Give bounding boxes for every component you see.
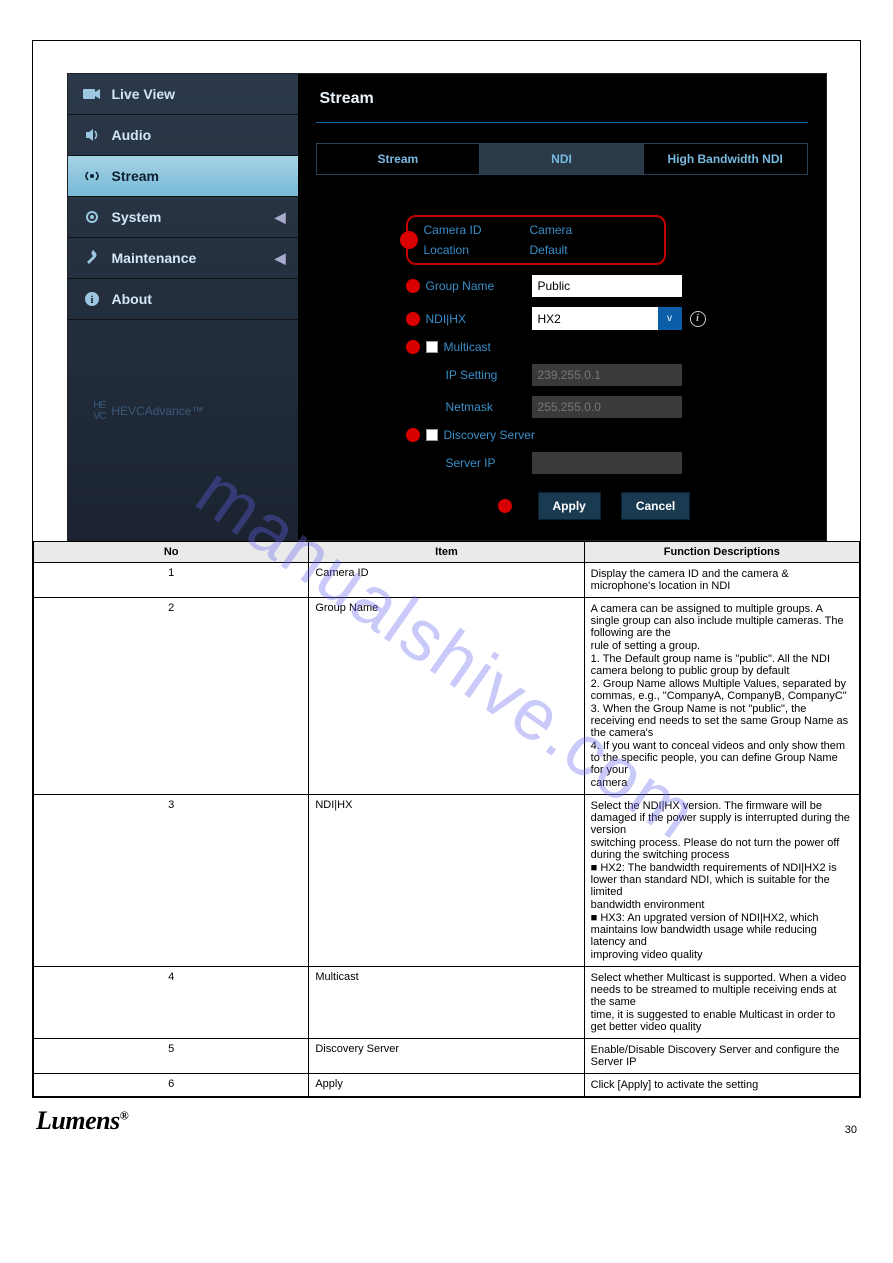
server-ip-input[interactable] — [532, 452, 682, 474]
discovery-label: Discovery Server — [444, 428, 535, 442]
callout-dot-3 — [406, 312, 420, 326]
server-ip-label: Server IP — [426, 456, 532, 470]
settings-ui: Live View Audio Stream System ◀ — [67, 73, 827, 541]
discovery-checkbox[interactable] — [426, 429, 438, 441]
camera-icon — [82, 84, 102, 104]
cell-no: 6 — [34, 1074, 309, 1097]
cell-desc: Click [Apply] to activate the setting — [584, 1074, 859, 1097]
th-desc: Function Descriptions — [584, 542, 859, 563]
sidebar-item-label: Maintenance — [112, 250, 197, 266]
cell-desc: Select the NDI|HX version. The firmware … — [584, 795, 859, 967]
location-value: Default — [530, 243, 568, 257]
chevron-left-icon: ◀ — [275, 250, 286, 267]
chevron-down-icon: v — [658, 307, 682, 330]
cell-item: Group Name — [309, 598, 584, 795]
callout-dot-4 — [406, 340, 420, 354]
cell-item: Apply — [309, 1074, 584, 1097]
location-label: Location — [424, 243, 530, 257]
camera-id-label: Camera ID — [424, 223, 530, 237]
sidebar-item-system[interactable]: System ◀ — [68, 197, 298, 238]
ip-setting-label: IP Setting — [426, 368, 532, 382]
sidebar-item-label: Live View — [112, 86, 176, 102]
table-row: 2Group NameA camera can be assigned to m… — [34, 598, 860, 795]
signal-icon — [82, 166, 102, 186]
divider — [316, 122, 808, 123]
cell-no: 1 — [34, 563, 309, 598]
camera-id-value: Camera — [530, 223, 573, 237]
cell-desc: Display the camera ID and the camera & m… — [584, 563, 859, 598]
sidebar-item-label: Audio — [112, 127, 152, 143]
wrench-icon — [82, 248, 102, 268]
ndihx-select[interactable]: HX2 v — [532, 307, 682, 330]
tabs: Stream NDI High Bandwidth NDI — [316, 143, 808, 175]
netmask-input[interactable] — [532, 396, 682, 418]
cell-no: 3 — [34, 795, 309, 967]
cell-item: Camera ID — [309, 563, 584, 598]
hevc-badge: HEVC HEVCAdvance™ — [68, 320, 298, 422]
sidebar-item-maintenance[interactable]: Maintenance ◀ — [68, 238, 298, 279]
info-icon: i — [82, 289, 102, 309]
multicast-label: Multicast — [444, 340, 491, 354]
multicast-checkbox[interactable] — [426, 341, 438, 353]
cancel-button[interactable]: Cancel — [621, 492, 690, 520]
sidebar-item-live-view[interactable]: Live View — [68, 74, 298, 115]
cell-item: Multicast — [309, 967, 584, 1039]
document-page: manualshive.com Live View Audio Stream — [32, 40, 861, 1098]
cell-item: Discovery Server — [309, 1039, 584, 1074]
tab-high-bandwidth-ndi[interactable]: High Bandwidth NDI — [644, 144, 807, 174]
svg-text:i: i — [90, 294, 93, 306]
table-row: 5Discovery ServerEnable/Disable Discover… — [34, 1039, 860, 1074]
callout-dot-6 — [498, 499, 512, 513]
description-table: No Item Function Descriptions 1Camera ID… — [33, 541, 860, 1097]
netmask-label: Netmask — [426, 400, 532, 414]
tab-stream[interactable]: Stream — [317, 144, 481, 174]
page-number: 30 — [845, 1124, 857, 1136]
sidebar: Live View Audio Stream System ◀ — [68, 74, 298, 540]
cell-no: 5 — [34, 1039, 309, 1074]
ndi-form: Camera ID Camera Location Default Group … — [316, 215, 808, 520]
cell-desc: A camera can be assigned to multiple gro… — [584, 598, 859, 795]
sidebar-item-stream[interactable]: Stream — [68, 156, 298, 197]
group-name-label: Group Name — [426, 279, 532, 293]
apply-button[interactable]: Apply — [538, 492, 601, 520]
chevron-left-icon: ◀ — [275, 209, 286, 226]
table-row: 3NDI|HXSelect the NDI|HX version. The fi… — [34, 795, 860, 967]
page-footer: Lumens® 30 — [36, 1106, 857, 1136]
table-row: 1Camera IDDisplay the camera ID and the … — [34, 563, 860, 598]
cell-desc: Select whether Multicast is supported. W… — [584, 967, 859, 1039]
main-panel: Stream Stream NDI High Bandwidth NDI Cam… — [298, 74, 826, 540]
th-no: No — [34, 542, 309, 563]
speaker-icon — [82, 125, 102, 145]
sidebar-item-label: Stream — [112, 168, 159, 184]
sidebar-item-label: System — [112, 209, 162, 225]
table-row: 4MulticastSelect whether Multicast is su… — [34, 967, 860, 1039]
cell-desc: Enable/Disable Discovery Server and conf… — [584, 1039, 859, 1074]
group-name-input[interactable] — [532, 275, 682, 297]
brand-logo: Lumens® — [36, 1106, 128, 1136]
table-row: 6ApplyClick [Apply] to activate the sett… — [34, 1074, 860, 1097]
th-item: Item — [309, 542, 584, 563]
callout-dot-1 — [400, 231, 418, 249]
tab-ndi[interactable]: NDI — [480, 144, 644, 174]
sidebar-item-audio[interactable]: Audio — [68, 115, 298, 156]
ndihx-label: NDI|HX — [426, 312, 532, 326]
cell-no: 4 — [34, 967, 309, 1039]
callout-dot-2 — [406, 279, 420, 293]
cell-item: NDI|HX — [309, 795, 584, 967]
callout-dot-5 — [406, 428, 420, 442]
tooltip-icon[interactable]: i — [690, 311, 706, 327]
sidebar-item-about[interactable]: i About — [68, 279, 298, 320]
page-title: Stream — [316, 86, 808, 122]
sidebar-item-label: About — [112, 291, 152, 307]
ip-setting-input[interactable] — [532, 364, 682, 386]
gear-icon — [82, 207, 102, 227]
cell-no: 2 — [34, 598, 309, 795]
